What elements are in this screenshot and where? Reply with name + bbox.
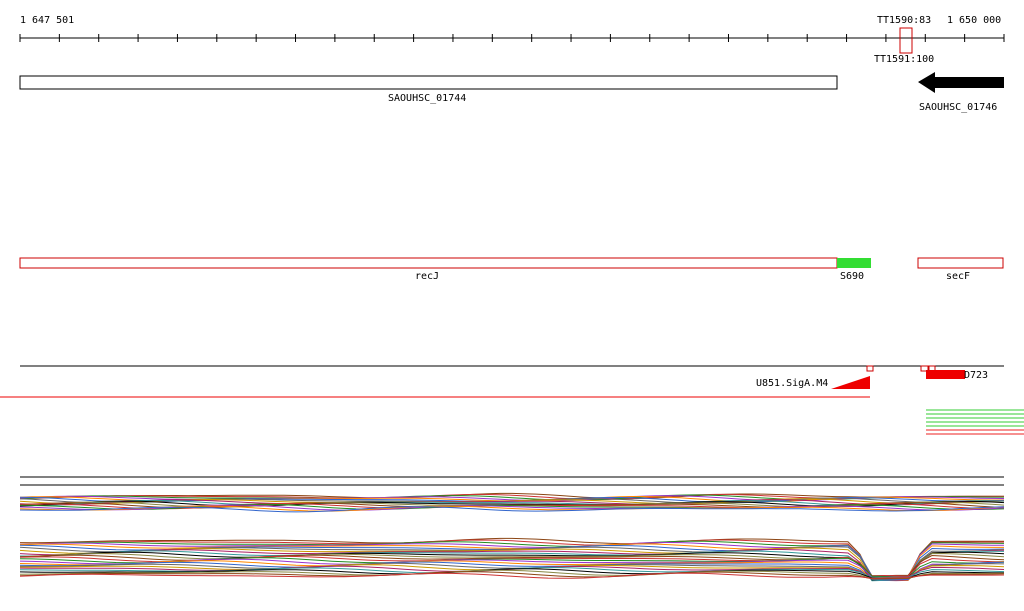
feature-label-secf: secF [946,271,970,282]
terminator-box[interactable] [899,27,913,54]
gene-label-saouhsc-01746: SAOUHSC_01746 [919,102,997,113]
axis-end-label: 1 650 000 [947,15,1001,26]
terminator-label-lower[interactable]: TT1591:100 [874,54,934,65]
promoter-block-d723[interactable] [926,370,965,379]
promoter-track: U851.SigA.M4 D723 [0,365,1004,398]
expression-tracks [19,476,1005,582]
terminator-label-upper[interactable]: TT1590:83 [877,15,931,26]
feature-box-secf[interactable] [917,257,1004,269]
feature-box-recj[interactable] [19,257,838,269]
promoter-marker-u851[interactable] [866,365,874,372]
feature-label-s690: S690 [840,271,864,282]
promoter-wedge-u851[interactable] [831,376,870,389]
gene-arrow-saouhsc-01746[interactable] [918,72,1004,93]
gene-track: SAOUHSC_01744 SAOUHSC_01746 [19,72,1004,113]
feature-label-recj: recJ [415,271,439,282]
gene-box-saouhsc-01744[interactable] [19,75,838,90]
expression-line [19,506,1005,513]
promoter-label-d723: D723 [964,370,988,381]
expression-profile-upper [19,492,1005,513]
axis-start-label: 1 647 501 [20,15,74,26]
promoter-label-u851: U851.SigA.M4 [756,378,828,389]
coordinate-axis: 1 647 501 1 650 000 [19,15,1005,42]
read-line-block [926,409,1024,435]
feature-box-s690[interactable] [837,258,871,268]
expression-profile-lower [19,537,1005,582]
genome-browser-view: 1 647 501 1 650 000 TT1590:83 TT1591:100… [0,15,1024,582]
gene-label-saouhsc-01744: SAOUHSC_01744 [388,93,466,104]
annotation-track: recJ S690 secF [19,257,1004,282]
